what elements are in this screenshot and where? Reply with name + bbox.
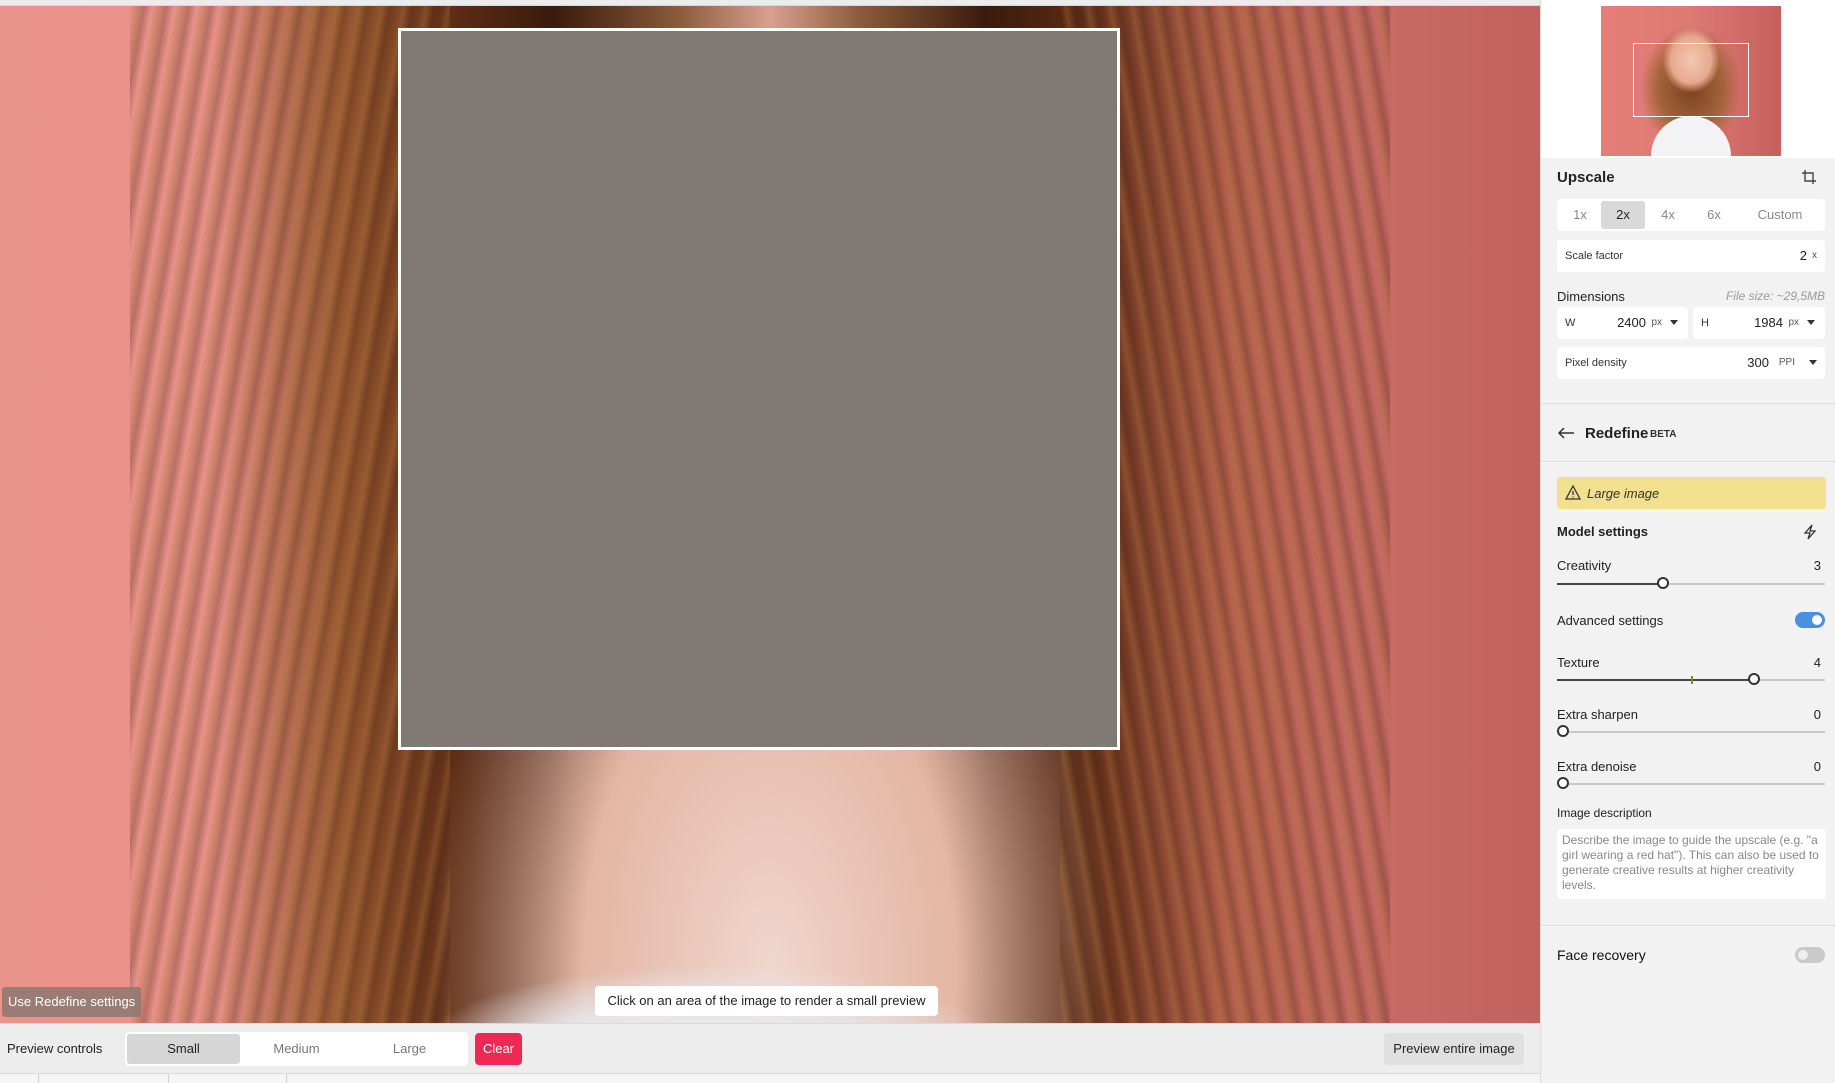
scale-selector: 1x 2x 4x 6x Custom — [1557, 199, 1825, 231]
preview-hint: Click on an area of the image to render … — [595, 986, 938, 1016]
navigator-viewport[interactable] — [1633, 43, 1749, 117]
warning-icon — [1564, 484, 1582, 505]
advanced-settings-label: Advanced settings — [1557, 613, 1664, 628]
extra-denoise-slider-handle[interactable] — [1557, 777, 1569, 789]
file-size: File size: ~29,5MB — [1725, 289, 1825, 303]
dimensions-label: Dimensions — [1557, 289, 1625, 304]
preview-size-small[interactable]: Small — [127, 1034, 240, 1064]
navigator-thumbnail[interactable] — [1601, 6, 1781, 156]
pixel-density-value[interactable]: 300 — [1747, 355, 1769, 370]
height-unit: px — [1788, 317, 1799, 328]
navigator — [1541, 0, 1835, 158]
width-field[interactable]: W 2400 px — [1557, 307, 1688, 339]
scale-custom[interactable]: Custom — [1737, 201, 1823, 229]
pixel-density-unit: PPI — [1778, 357, 1795, 368]
preview-controls-bar: Preview controls Small Medium Large Clea… — [0, 1023, 1540, 1073]
extra-sharpen-value: 0 — [1813, 707, 1821, 722]
scale-factor-field[interactable]: Scale factor 2 x — [1557, 240, 1825, 272]
divider-upscale — [1541, 403, 1835, 404]
preview-size-large[interactable]: Large — [353, 1034, 466, 1064]
texture-slider-fill — [1557, 679, 1756, 681]
texture-slider-handle[interactable] — [1748, 673, 1761, 685]
lightning-icon[interactable] — [1799, 521, 1821, 543]
extra-denoise-slider-track[interactable] — [1557, 783, 1825, 785]
pixel-density-dropdown-icon[interactable] — [1809, 360, 1817, 365]
width-value[interactable]: 2400 — [1617, 315, 1646, 330]
upscale-title: Upscale — [1557, 169, 1615, 186]
width-unit: px — [1651, 317, 1662, 328]
model-settings-label: Model settings — [1557, 524, 1649, 539]
scale-1x[interactable]: 1x — [1559, 201, 1601, 229]
preview-size-medium[interactable]: Medium — [240, 1034, 353, 1064]
creativity-slider-fill — [1557, 583, 1665, 585]
image-canvas[interactable]: Use Redefine settings Click on an area o… — [0, 6, 1540, 1023]
height-label: H — [1701, 317, 1709, 329]
preview-region[interactable] — [398, 28, 1120, 750]
texture-label: Texture — [1557, 655, 1600, 670]
crop-icon[interactable] — [1798, 166, 1820, 188]
back-arrow-icon[interactable] — [1555, 422, 1577, 444]
warning-text: Large image — [1587, 486, 1660, 501]
width-label: W — [1565, 317, 1576, 329]
status-bar — [0, 1073, 1540, 1083]
extra-sharpen-slider-track[interactable] — [1557, 731, 1825, 733]
creativity-slider-handle[interactable] — [1657, 577, 1670, 589]
large-image-warning: Large image — [1557, 477, 1826, 509]
divider-redefine — [1541, 461, 1835, 462]
height-value[interactable]: 1984 — [1754, 315, 1783, 330]
advanced-settings-toggle[interactable] — [1795, 612, 1825, 628]
preview-size-selector: Small Medium Large — [125, 1032, 468, 1066]
face-recovery-toggle[interactable] — [1795, 947, 1825, 963]
height-field[interactable]: H 1984 px — [1693, 307, 1825, 339]
image-description-label: Image description — [1557, 806, 1652, 820]
scale-factor-unit: x — [1812, 250, 1817, 261]
divider-face-recovery — [1541, 925, 1835, 926]
scale-factor-label: Scale factor — [1565, 250, 1624, 262]
use-redefine-settings-chip[interactable]: Use Redefine settings — [2, 987, 142, 1017]
preview-controls-label: Preview controls — [7, 1041, 103, 1056]
extra-denoise-label: Extra denoise — [1557, 759, 1637, 774]
scale-factor-value[interactable]: 2 — [1800, 248, 1807, 263]
clear-button[interactable]: Clear — [475, 1033, 522, 1065]
extra-sharpen-label: Extra sharpen — [1557, 707, 1638, 722]
width-unit-dropdown-icon[interactable] — [1670, 320, 1678, 325]
height-unit-dropdown-icon[interactable] — [1807, 320, 1815, 325]
pixel-density-field[interactable]: Pixel density 300 PPI — [1557, 347, 1825, 379]
scale-2x[interactable]: 2x — [1601, 201, 1645, 229]
texture-default-marker — [1691, 676, 1693, 684]
redefine-title: Redefine — [1585, 425, 1649, 442]
settings-sidebar: Upscale 1x 2x 4x 6x Custom Scale factor … — [1540, 0, 1835, 1083]
extra-denoise-value: 0 — [1813, 759, 1821, 774]
thumbnail-shirt — [1651, 116, 1731, 156]
creativity-value: 3 — [1813, 558, 1821, 573]
face-recovery-label: Face recovery — [1557, 947, 1646, 963]
preview-entire-image-button[interactable]: Preview entire image — [1384, 1033, 1524, 1065]
creativity-label: Creativity — [1557, 558, 1612, 573]
scale-6x[interactable]: 6x — [1691, 201, 1737, 229]
extra-sharpen-slider-handle[interactable] — [1557, 725, 1569, 737]
image-description-input[interactable]: Describe the image to guide the upscale … — [1557, 829, 1826, 899]
pixel-density-label: Pixel density — [1565, 357, 1627, 369]
beta-badge: BETA — [1650, 429, 1677, 440]
texture-value: 4 — [1813, 655, 1821, 670]
scale-4x[interactable]: 4x — [1645, 201, 1691, 229]
app-root: Use Redefine settings Click on an area o… — [0, 0, 1835, 1083]
